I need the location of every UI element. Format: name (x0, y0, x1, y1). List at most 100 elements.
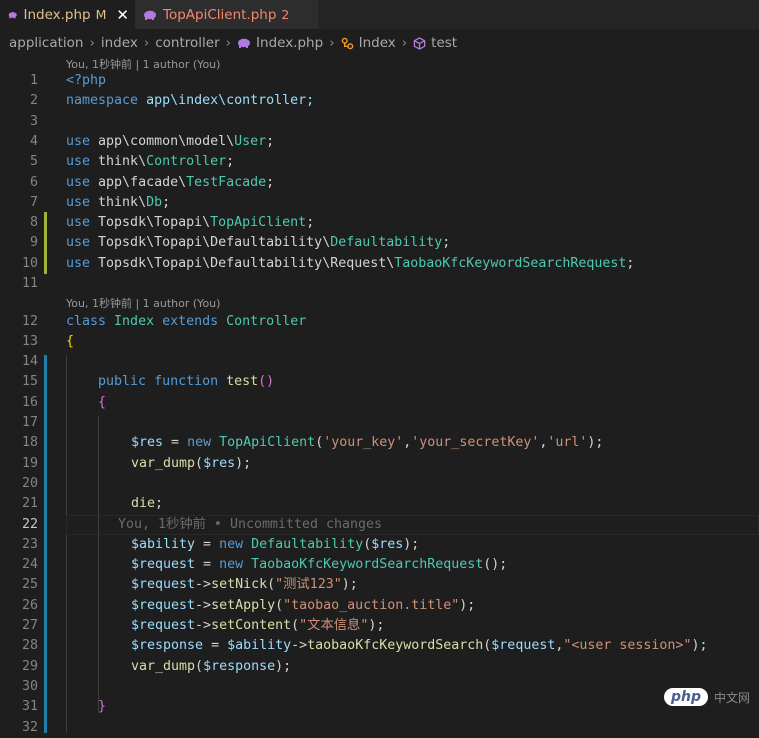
keyword: use (66, 154, 91, 170)
line-number: 21 (21, 496, 38, 512)
line-number: 26 (21, 597, 38, 613)
variable: $response (203, 658, 276, 674)
line-number: 3 (29, 113, 38, 129)
line-number: 28 (21, 638, 38, 654)
breadcrumb-item-method[interactable]: test (431, 35, 457, 51)
code-line: 27 $request->setContent("文本信息"); (0, 616, 759, 636)
code-line: 10 use Topsdk\Topapi\Defaultability\Reque… (0, 254, 759, 274)
line-number: 9 (29, 235, 38, 251)
breadcrumb-item-index[interactable]: index (101, 35, 138, 51)
method-name: setNick (211, 577, 268, 593)
code-line-current[interactable]: 22 You, 1秒钟前 • Uncommitted changes (0, 515, 759, 535)
line-number: 2 (29, 93, 38, 109)
punctuation: ; (266, 133, 275, 149)
line-number: 29 (21, 658, 38, 674)
namespace-path: app\facade\ (90, 174, 187, 190)
function-name: var_dump (131, 658, 196, 674)
code-line: 13 { (0, 332, 759, 352)
variable: $res (203, 455, 236, 471)
line-number: 31 (21, 699, 38, 715)
string: 'your_secretKey' (411, 435, 540, 451)
code-line: 24 $request = new TaobaoKfcKeywordSearchR… (0, 555, 759, 575)
class-name: User (234, 133, 267, 149)
method-name: setContent (211, 618, 292, 633)
line-number: 17 (21, 415, 38, 430)
code-line: 28 $response = $ability->taobaoKfcKeyword… (0, 636, 759, 656)
method-name: taobaoKfcKeywordSearch (307, 638, 484, 654)
class-name: Index (114, 313, 155, 329)
namespace-path: Topsdk\Topapi\Defaultability\Request\ (90, 255, 395, 271)
punctuation: ; (162, 194, 171, 210)
breadcrumb-item-application[interactable]: application (9, 35, 83, 51)
keyword: use (66, 215, 91, 231)
editor-tab-bar: Index.php M ✕ TopApiClient.php 2 (0, 0, 759, 29)
line-number: 11 (21, 276, 38, 291)
code-line: 14 (0, 352, 759, 372)
brace: { (66, 333, 75, 349)
class-name: TaobaoKfcKeywordSearchRequest (251, 557, 484, 573)
code-line: 19 var_dump($res); (0, 454, 759, 474)
namespace-path: Topsdk\Topapi\Defaultability\ (90, 235, 331, 251)
class-name: Defaultability (330, 235, 443, 251)
keyword: extends (162, 313, 219, 329)
method-symbol-icon (413, 36, 426, 50)
code-editor[interactable]: You, 1秒钟前 | 1 author (You) 1 <?php 2 names… (0, 57, 759, 735)
code-line: 18 $res = new TopApiClient('your_key','yo… (0, 433, 759, 453)
code-line: 7 use think\Db; (0, 193, 759, 213)
breadcrumb: application › index › controller › Index… (0, 29, 759, 57)
close-icon[interactable]: ✕ (116, 6, 129, 24)
keyword: new (219, 536, 244, 552)
code-line: 4 use app\common\model\User; (0, 132, 759, 152)
line-number: 22 (21, 516, 38, 532)
keyword: use (66, 194, 91, 210)
keyword: public (98, 374, 147, 390)
punctuation: ; (266, 174, 275, 190)
code-line: 12 class Index extends Controller (0, 312, 759, 332)
tab-topapiclient-php[interactable]: TopApiClient.php 2 (135, 0, 318, 29)
punctuation: ; (306, 215, 315, 231)
tab-label: TopApiClient.php (163, 6, 277, 23)
line-number: 32 (21, 719, 38, 735)
function-name: var_dump (131, 455, 196, 471)
modified-badge: M (95, 7, 107, 22)
code-line: 9 use Topsdk\Topapi\Defaultability\Defaul… (0, 233, 759, 253)
line-number: 27 (21, 618, 38, 633)
string: 'url' (547, 435, 588, 451)
breadcrumb-item-class[interactable]: Index (359, 35, 396, 51)
tab-index-php[interactable]: Index.php M ✕ (0, 0, 135, 29)
function-name: test (226, 374, 259, 390)
keyword: namespace (66, 93, 139, 109)
keyword: use (66, 255, 91, 271)
line-number: 14 (21, 354, 38, 370)
string: "文本信息" (299, 618, 369, 633)
code-line: 6 use app\facade\TestFacade; (0, 173, 759, 193)
variable: $request (131, 557, 196, 573)
codelens-author[interactable]: You, 1秒钟前 | 1 author (You) (66, 295, 220, 313)
php-logo: php (664, 688, 709, 706)
string: "<user session>" (563, 638, 692, 654)
code-line: 11 (0, 274, 759, 294)
code-line: 3 (0, 112, 759, 132)
line-number: 30 (21, 678, 38, 694)
breadcrumb-item-file[interactable]: Index.php (256, 35, 323, 51)
problem-count-badge: 2 (281, 7, 290, 22)
chevron-right-icon: › (401, 35, 408, 51)
class-symbol-icon (341, 37, 353, 49)
code-line: 32 (0, 718, 759, 738)
inline-blame: You, 1秒钟前 • Uncommitted changes (118, 516, 383, 532)
watermark-text: 中文网 (714, 690, 751, 705)
line-number: 1 (29, 73, 38, 88)
code-line: 20 (0, 474, 759, 494)
chevron-right-icon: › (143, 35, 150, 51)
code-line: 31} (0, 697, 759, 717)
parens: () (258, 374, 275, 390)
line-number: 25 (21, 577, 38, 593)
namespace-path: Topsdk\Topapi\ (90, 215, 211, 231)
class-name: TopApiClient (219, 435, 316, 451)
line-number: 16 (21, 394, 38, 410)
variable: $response (131, 638, 204, 654)
breadcrumb-item-controller[interactable]: controller (155, 35, 219, 51)
variable: $ability (227, 638, 292, 654)
brace: { (98, 394, 107, 410)
namespace-path: app\index\controller; (138, 93, 315, 109)
